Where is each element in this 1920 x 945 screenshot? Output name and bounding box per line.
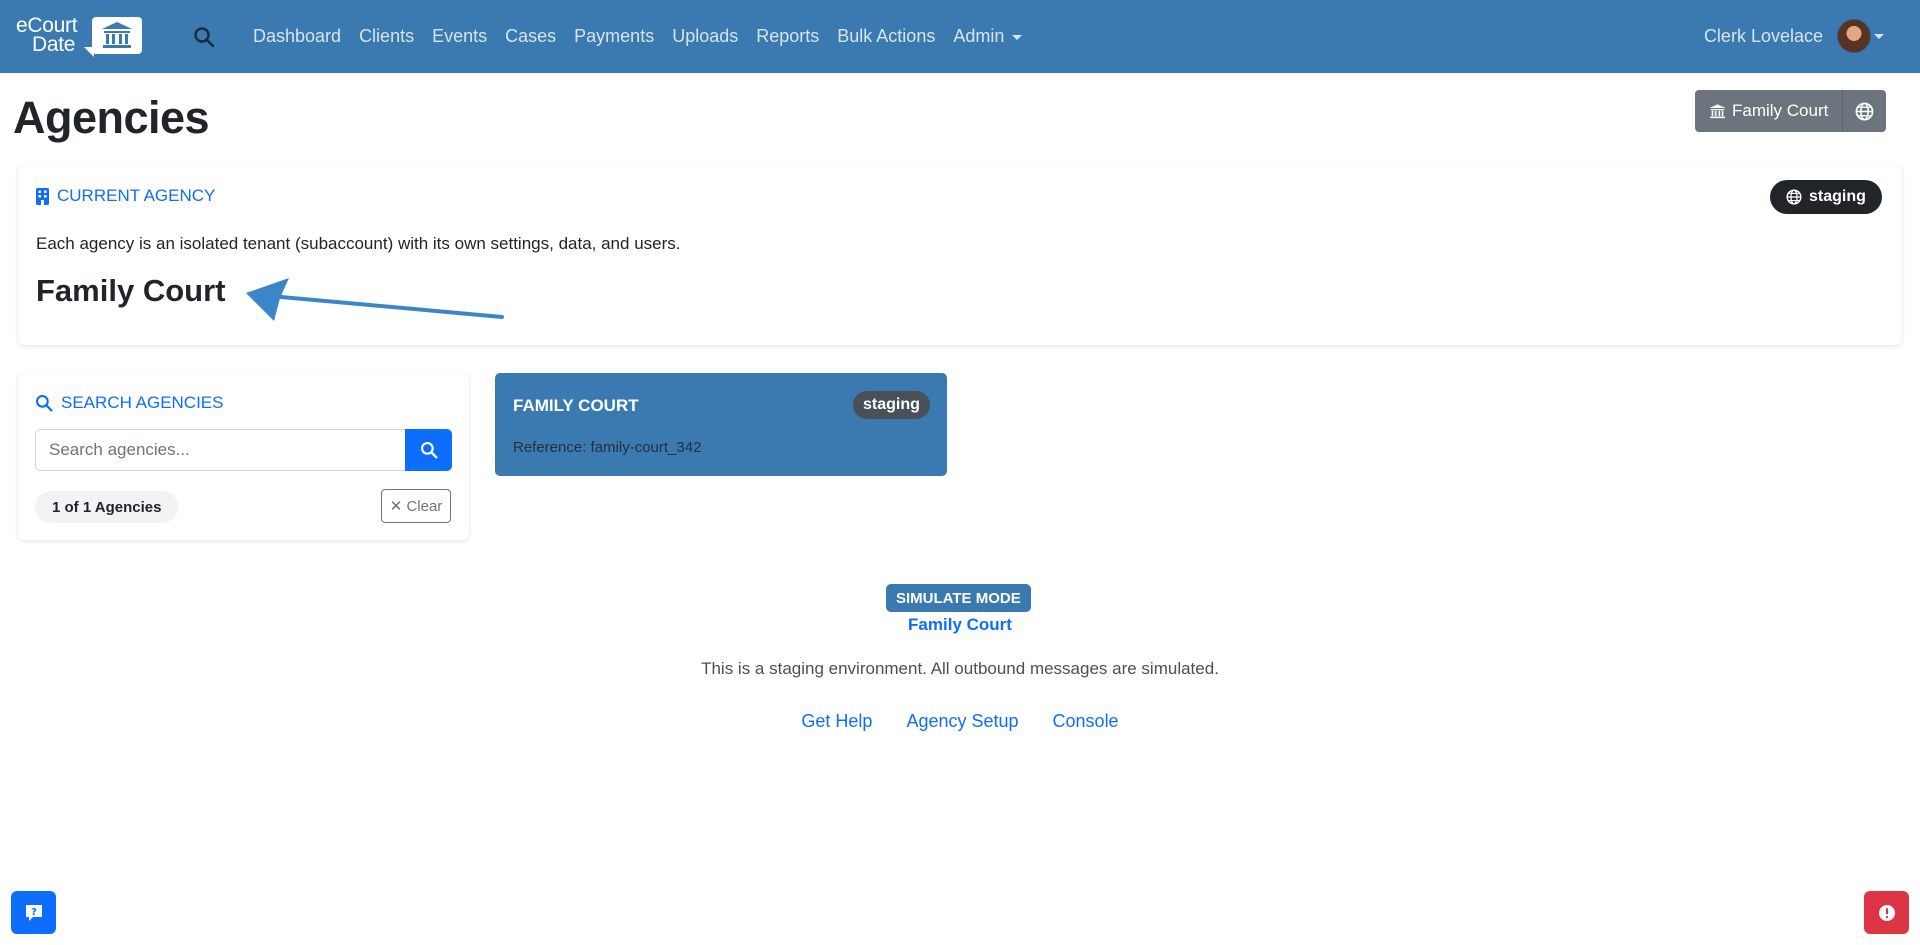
- search-agencies-header: SEARCH AGENCIES: [35, 393, 224, 413]
- simulate-mode-badge: SIMULATE MODE: [886, 584, 1031, 612]
- building-icon: [36, 187, 49, 205]
- search-input-group: [35, 429, 452, 471]
- agency-env-badge: staging: [853, 391, 930, 419]
- agency-switcher: Family Court: [1695, 90, 1887, 132]
- error-report-button[interactable]: [1864, 891, 1909, 934]
- globe-icon: [1855, 102, 1874, 120]
- user-name: Clerk Lovelace: [1703, 25, 1823, 46]
- current-agency-button[interactable]: Family Court: [1695, 90, 1843, 132]
- agency-setup-link[interactable]: Agency Setup: [906, 711, 1018, 732]
- environment-badge: staging: [1770, 180, 1882, 214]
- search-icon: [420, 441, 438, 459]
- agency-card-family-court[interactable]: FAMILY COURT staging Reference: family-c…: [495, 373, 947, 476]
- nav-admin-dropdown[interactable]: Admin: [944, 26, 1031, 47]
- chevron-down-icon: [1874, 33, 1884, 39]
- nav-clients[interactable]: Clients: [350, 26, 423, 47]
- nav-bulk-actions[interactable]: Bulk Actions: [828, 26, 944, 47]
- search-agencies-header-text: SEARCH AGENCIES: [61, 393, 224, 412]
- current-agency-header: CURRENT AGENCY: [36, 186, 215, 206]
- footer-links: Get Help Agency Setup Console: [0, 711, 1920, 732]
- console-link[interactable]: Console: [1053, 711, 1119, 732]
- brand-text: eCourt Date: [16, 14, 78, 56]
- simulate-agency-name: Family Court: [908, 615, 1012, 634]
- main-nav: Dashboard Clients Events Cases Payments …: [244, 0, 1031, 73]
- chevron-down-icon: [1012, 34, 1023, 40]
- agency-reference: Reference: family-court_342: [513, 439, 702, 456]
- nav-uploads[interactable]: Uploads: [663, 26, 747, 47]
- search-input[interactable]: [35, 429, 405, 471]
- search-icon: [35, 394, 53, 412]
- user-menu[interactable]: Clerk Lovelace: [1704, 17, 1884, 55]
- nav-dashboard[interactable]: Dashboard: [244, 26, 350, 47]
- brand-logo[interactable]: eCourt Date: [16, 14, 142, 57]
- courthouse-icon: [1709, 103, 1726, 118]
- avatar: [1837, 19, 1871, 53]
- get-help-link[interactable]: Get Help: [801, 711, 872, 732]
- top-navbar: eCourt Date Dashboard Clients Events Cas…: [0, 0, 1920, 73]
- environment-globe-button[interactable]: [1842, 90, 1887, 132]
- environment-badge-label: staging: [1809, 188, 1866, 205]
- current-agency-name: Family Court: [36, 273, 226, 308]
- exclamation-circle-icon: [1878, 904, 1895, 921]
- current-agency-header-text: CURRENT AGENCY: [57, 186, 216, 205]
- current-agency-description: Each agency is an isolated tenant (subac…: [36, 234, 681, 253]
- nav-payments[interactable]: Payments: [565, 26, 663, 47]
- courthouse-icon: [92, 17, 142, 54]
- search-icon[interactable]: [193, 26, 215, 48]
- nav-events[interactable]: Events: [423, 26, 496, 47]
- staging-environment-note: This is a staging environment. All outbo…: [701, 659, 1219, 678]
- search-agencies-card: SEARCH AGENCIES 1 of 1 Agencies ✕ Clear: [18, 374, 469, 540]
- help-chat-button[interactable]: ?: [11, 891, 56, 934]
- nav-cases[interactable]: Cases: [496, 26, 565, 47]
- search-submit-button[interactable]: [405, 429, 452, 471]
- annotation-arrow: [246, 278, 504, 321]
- agency-card-name: FAMILY COURT: [513, 396, 639, 415]
- globe-icon: [1786, 189, 1802, 205]
- help-chat-icon: ?: [25, 904, 42, 921]
- agency-button-label: Family Court: [1732, 101, 1829, 120]
- nav-admin-label: Admin: [953, 26, 1005, 46]
- svg-text:?: ?: [31, 907, 37, 918]
- nav-reports[interactable]: Reports: [747, 26, 828, 47]
- page-title: Agencies: [13, 92, 210, 143]
- results-count-badge: 1 of 1 Agencies: [35, 491, 179, 523]
- clear-search-button[interactable]: ✕ Clear: [381, 489, 451, 523]
